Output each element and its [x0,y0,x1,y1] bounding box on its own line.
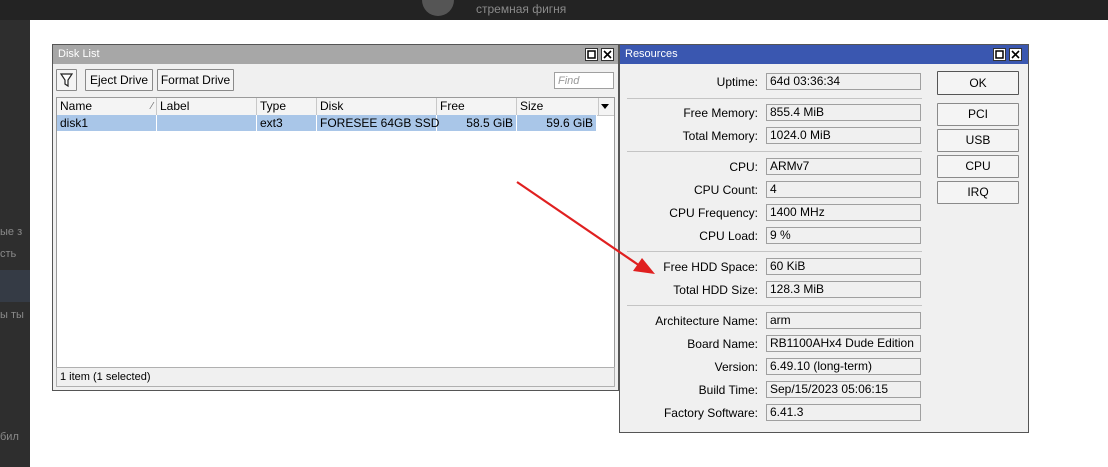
disk-list-window: Disk List Eject Drive Format Drive Find … [52,44,619,391]
window-title: Disk List [58,48,100,60]
left-snippet: ые з [0,226,23,238]
cpu-frequency-value: 1400 MHz [766,204,921,221]
free-memory-value: 855.4 MiB [766,104,921,121]
separator [627,151,922,152]
sort-icon: ⁄ [151,101,153,112]
total-hdd-size-label: Total HDD Size: [673,283,758,297]
format-drive-button[interactable]: Format Drive [157,69,234,91]
free-hdd-space-label: Free HDD Space: [663,260,758,274]
cell-size: 59.6 GiB [517,115,597,131]
cpu-value: ARMv7 [766,158,921,175]
close-icon[interactable] [601,48,614,61]
cell-disk: FORESEE 64GB SSD [317,115,439,131]
window-title: Resources [625,48,678,60]
separator [627,251,922,252]
column-header-label[interactable]: Label [157,98,257,115]
cell-label [157,115,257,131]
close-icon[interactable] [1009,48,1022,61]
cpu-frequency-label: CPU Frequency: [669,206,758,220]
board-name-value: RB1100AHx4 Dude Edition [766,335,921,352]
resources-titlebar[interactable]: Resources [620,45,1028,64]
factory-software-value: 6.41.3 [766,404,921,421]
table-row[interactable]: disk1 ext3 FORESEE 64GB SSD 58.5 GiB 59.… [57,115,597,131]
resources-window: Resources Uptime: 64d 03:36:34 Free Memo… [619,44,1029,433]
ok-button[interactable]: OK [937,71,1019,95]
column-header-size[interactable]: Size [517,98,599,115]
column-menu-icon[interactable] [599,98,614,115]
cpu-count-value: 4 [766,181,921,198]
left-snippet: сть [0,248,17,260]
cell-name: disk1 [57,115,157,131]
table-header: Name ⁄ Label Type Disk Free Size [57,98,614,116]
cell-free: 58.5 GiB [437,115,517,131]
total-memory-label: Total Memory: [682,129,758,143]
total-memory-value: 1024.0 MiB [766,127,921,144]
maximize-icon[interactable] [585,48,598,61]
filter-icon [59,73,74,88]
uptime-label: Uptime: [716,75,758,89]
find-input[interactable]: Find [554,72,614,89]
maximize-icon[interactable] [993,48,1006,61]
cell-type: ext3 [257,115,317,131]
status-bar: 1 item (1 selected) [56,367,615,387]
factory-software-label: Factory Software: [663,406,758,420]
build-time-value: Sep/15/2023 05:06:15 [766,381,921,398]
pci-button[interactable]: PCI [937,103,1019,126]
cpu-load-label: CPU Load: [699,229,758,243]
usb-button[interactable]: USB [937,129,1019,152]
left-snippet: бил [0,431,19,443]
left-sidebar-highlight [0,270,30,302]
separator [627,305,922,306]
build-time-label: Build Time: [698,383,758,397]
irq-button[interactable]: IRQ [937,181,1019,204]
cpu-label: CPU: [729,160,758,174]
architecture-name-value: arm [766,312,921,329]
free-hdd-space-value: 60 KiB [766,258,921,275]
separator [627,98,922,99]
disk-table: Name ⁄ Label Type Disk Free Size disk1 e… [56,97,615,368]
cpu-load-value: 9 % [766,227,921,244]
column-header-type[interactable]: Type [257,98,317,115]
uptime-value: 64d 03:36:34 [766,73,921,90]
left-sidebar [0,20,30,467]
board-name-label: Board Name: [687,337,758,351]
left-snippet: ы ты [0,309,24,321]
version-value: 6.49.10 (long-term) [766,358,921,375]
filter-button[interactable] [56,69,77,91]
disk-list-titlebar[interactable]: Disk List [53,45,618,64]
total-hdd-size-value: 128.3 MiB [766,281,921,298]
cpu-count-label: CPU Count: [693,183,758,197]
chat-header-text: стремная фигня [476,2,567,16]
eject-drive-button[interactable]: Eject Drive [85,69,153,91]
column-header-name[interactable]: Name ⁄ [57,98,157,115]
free-memory-label: Free Memory: [683,106,758,120]
column-header-disk[interactable]: Disk [317,98,437,115]
cpu-button[interactable]: CPU [937,155,1019,178]
column-header-free[interactable]: Free [437,98,517,115]
version-label: Version: [714,360,758,374]
architecture-name-label: Architecture Name: [655,314,758,328]
